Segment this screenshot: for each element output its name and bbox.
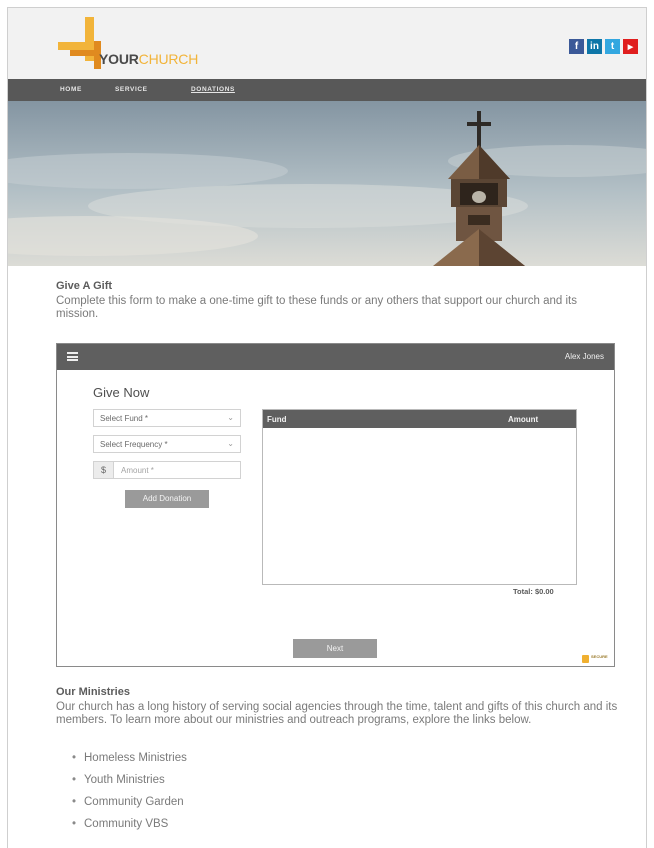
table-header: Fund Amount [263, 410, 576, 428]
youtube-icon[interactable]: ▶ [623, 39, 638, 54]
give-gift-description: Complete this form to make a one-time gi… [56, 295, 577, 320]
bullet-icon: • [72, 774, 77, 786]
menu-icon[interactable] [67, 352, 78, 361]
frequency-select-value: Select Frequency * [100, 440, 168, 449]
page-frame: YOURCHURCH f in t ▶ HOME SERVICE DONATIO… [7, 7, 647, 848]
amount-placeholder: Amount * [121, 466, 154, 475]
logo-text: YOURCHURCH [99, 51, 198, 67]
facebook-icon[interactable]: f [569, 39, 584, 54]
amount-input[interactable]: $ Amount * [93, 461, 241, 479]
widget-toolbar: Alex Jones [57, 344, 614, 370]
logo-word-church: CHURCH [138, 51, 199, 67]
list-item[interactable]: • Youth Ministries [72, 774, 187, 796]
fund-select[interactable]: Select Fund * ⌄ [93, 409, 241, 427]
give-now-heading: Give Now [93, 385, 150, 400]
currency-symbol: $ [94, 462, 114, 478]
ministry-link-garden[interactable]: Community Garden [84, 796, 184, 808]
ministry-link-vbs[interactable]: Community VBS [84, 818, 168, 830]
ministries-title: Our Ministries [56, 686, 130, 698]
linkedin-icon[interactable]: in [587, 39, 602, 54]
donation-total: Total: $0.00 [513, 587, 554, 596]
logo-cross-bar [58, 42, 96, 50]
ministry-link-homeless[interactable]: Homeless Ministries [84, 752, 187, 764]
bullet-icon: • [72, 752, 77, 764]
secure-badge-text: SECURE [591, 654, 608, 659]
ministries-list: • Homeless Ministries • Youth Ministries •… [72, 752, 187, 840]
col-amount: Amount [508, 415, 539, 424]
frequency-select[interactable]: Select Frequency * ⌄ [93, 435, 241, 453]
user-name[interactable]: Alex Jones [565, 352, 604, 361]
list-item[interactable]: • Community VBS [72, 818, 187, 840]
next-button[interactable]: Next [293, 639, 377, 658]
nav-service[interactable]: SERVICE [115, 86, 148, 93]
ministries-description: Our church has a long history of serving… [56, 701, 618, 726]
church-steeple-image [8, 101, 646, 266]
nav-donations[interactable]: DONATIONS [191, 86, 235, 93]
twitter-icon[interactable]: t [605, 39, 620, 54]
logo-cross-shadow-bar [70, 50, 94, 56]
logo-word-your: YOUR [99, 51, 139, 67]
church-logo[interactable]: YOURCHURCH [58, 17, 208, 69]
list-item[interactable]: • Homeless Ministries [72, 752, 187, 774]
chevron-down-icon: ⌄ [227, 439, 234, 448]
site-header: YOURCHURCH f in t ▶ [8, 8, 646, 79]
nav-home[interactable]: HOME [60, 86, 82, 93]
chevron-down-icon: ⌄ [227, 413, 234, 422]
donation-table: Fund Amount [262, 409, 577, 585]
add-donation-button[interactable]: Add Donation [125, 490, 209, 508]
hero-banner [8, 101, 646, 266]
fund-select-value: Select Fund * [100, 414, 149, 423]
main-nav: HOME SERVICE DONATIONS [8, 79, 646, 101]
list-item[interactable]: • Community Garden [72, 796, 187, 818]
bullet-icon: • [72, 796, 77, 808]
ministry-link-youth[interactable]: Youth Ministries [84, 774, 165, 786]
secure-badge: SECURE [582, 654, 610, 664]
col-fund: Fund [267, 415, 287, 424]
donation-widget: Alex Jones Give Now Select Fund * ⌄ Sele… [56, 343, 615, 667]
lock-icon [582, 655, 589, 663]
give-gift-title: Give A Gift [56, 280, 113, 292]
bullet-icon: • [72, 818, 77, 830]
social-links: f in t ▶ [569, 39, 638, 54]
